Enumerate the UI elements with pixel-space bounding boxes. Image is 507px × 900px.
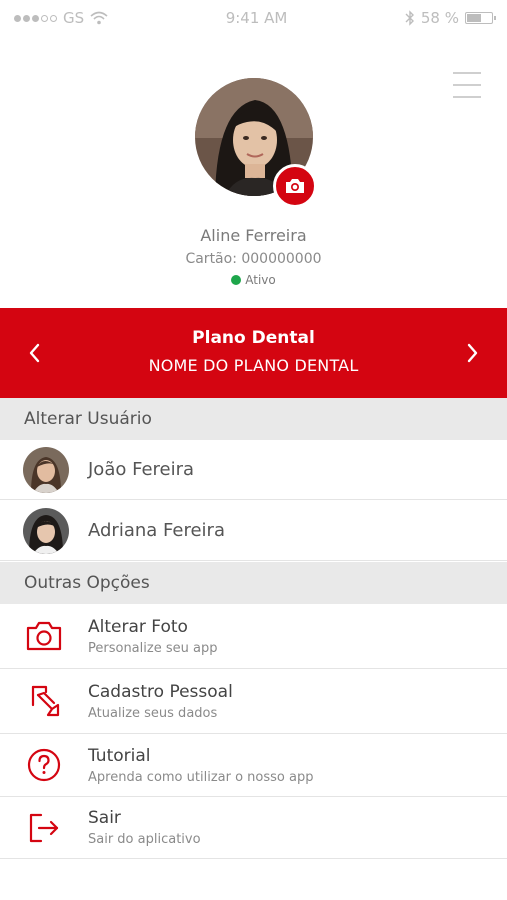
- change-photo-button[interactable]: [272, 164, 317, 208]
- battery-icon: [464, 12, 496, 24]
- user-row-joao[interactable]: João Fereira: [0, 440, 507, 500]
- status-dot: [231, 275, 242, 285]
- option-title: Cadastro Pessoal: [88, 681, 233, 702]
- battery-percent: 58 %: [420, 9, 459, 27]
- profile-name: Aline Ferreira: [200, 226, 307, 245]
- help-icon: [24, 745, 64, 785]
- option-change-photo[interactable]: Alterar Foto Personalize seu app: [0, 604, 507, 669]
- signal-icon: [14, 14, 57, 22]
- option-subtitle: Sair do aplicativo: [88, 832, 201, 847]
- chevron-right-icon: [467, 343, 478, 363]
- plan-title: Plano Dental: [192, 328, 315, 348]
- avatar: [23, 507, 69, 554]
- option-subtitle: Aprenda como utilizar o nosso app: [88, 769, 314, 785]
- previous-plan-button[interactable]: [24, 340, 46, 366]
- carrier-label: GS: [63, 9, 85, 27]
- option-title: Alterar Foto: [88, 616, 188, 637]
- camera-icon: [285, 179, 304, 193]
- logout-icon: [24, 808, 64, 848]
- camera-icon: [24, 616, 64, 656]
- section-header-other-options: Outras Opções: [0, 562, 507, 604]
- status-badge: Ativo: [0, 273, 507, 287]
- option-text: Sair Sair do aplicativo: [88, 808, 201, 847]
- bluetooth-icon: [405, 10, 414, 26]
- option-title: Sair: [88, 808, 121, 828]
- user-row-adriana[interactable]: Adriana Fereira: [0, 501, 507, 561]
- option-text: Tutorial Aprenda como utilizar o nosso a…: [88, 746, 313, 785]
- profile-avatar-wrap: [194, 78, 317, 208]
- option-personal-data[interactable]: Cadastro Pessoal Atualize seus dados: [0, 669, 507, 734]
- status-left: GS: [14, 9, 108, 27]
- status-label: Ativo: [245, 273, 276, 287]
- clock: 9:41 AM: [225, 9, 288, 27]
- option-subtitle: Personalize seu app: [88, 640, 218, 656]
- edit-icon: [24, 681, 64, 721]
- battery-level: [466, 14, 481, 22]
- user-name: João Fereira: [88, 459, 195, 480]
- user-name: Adriana Fereira: [88, 520, 225, 541]
- option-title: Tutorial: [88, 745, 151, 766]
- profile-section: Aline Ferreira Cartão: 000000000 Ativo: [0, 78, 507, 287]
- card-number: Cartão: 000000000: [185, 251, 322, 267]
- wifi-icon: [90, 11, 108, 25]
- option-logout[interactable]: Sair Sair do aplicativo: [0, 797, 507, 859]
- option-tutorial[interactable]: Tutorial Aprenda como utilizar o nosso a…: [0, 734, 507, 797]
- section-header-switch-user: Alterar Usuário: [0, 398, 507, 440]
- plan-selector: Plano Dental NOME DO PLANO DENTAL: [0, 308, 507, 398]
- option-text: Cadastro Pessoal Atualize seus dados: [88, 682, 233, 721]
- next-plan-button[interactable]: [461, 340, 483, 366]
- status-right: 58 %: [405, 9, 496, 27]
- option-subtitle: Atualize seus dados: [88, 705, 218, 721]
- plan-name: NOME DO PLANO DENTAL: [148, 356, 359, 375]
- chevron-left-icon: [29, 343, 40, 363]
- status-bar: GS 9:41 AM 58 %: [0, 0, 507, 36]
- avatar: [23, 446, 69, 493]
- option-text: Alterar Foto Personalize seu app: [88, 617, 217, 656]
